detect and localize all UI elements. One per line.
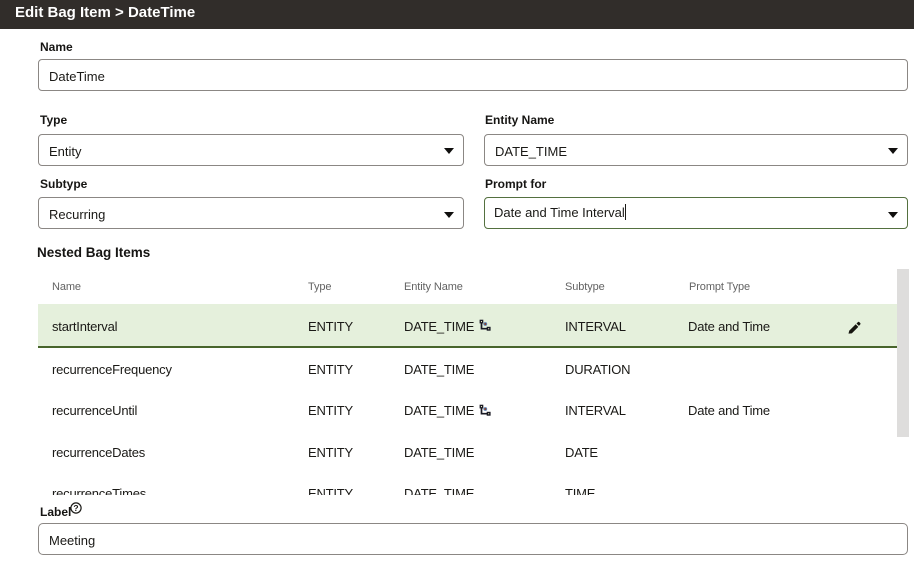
svg-text:?: ?	[73, 503, 78, 513]
